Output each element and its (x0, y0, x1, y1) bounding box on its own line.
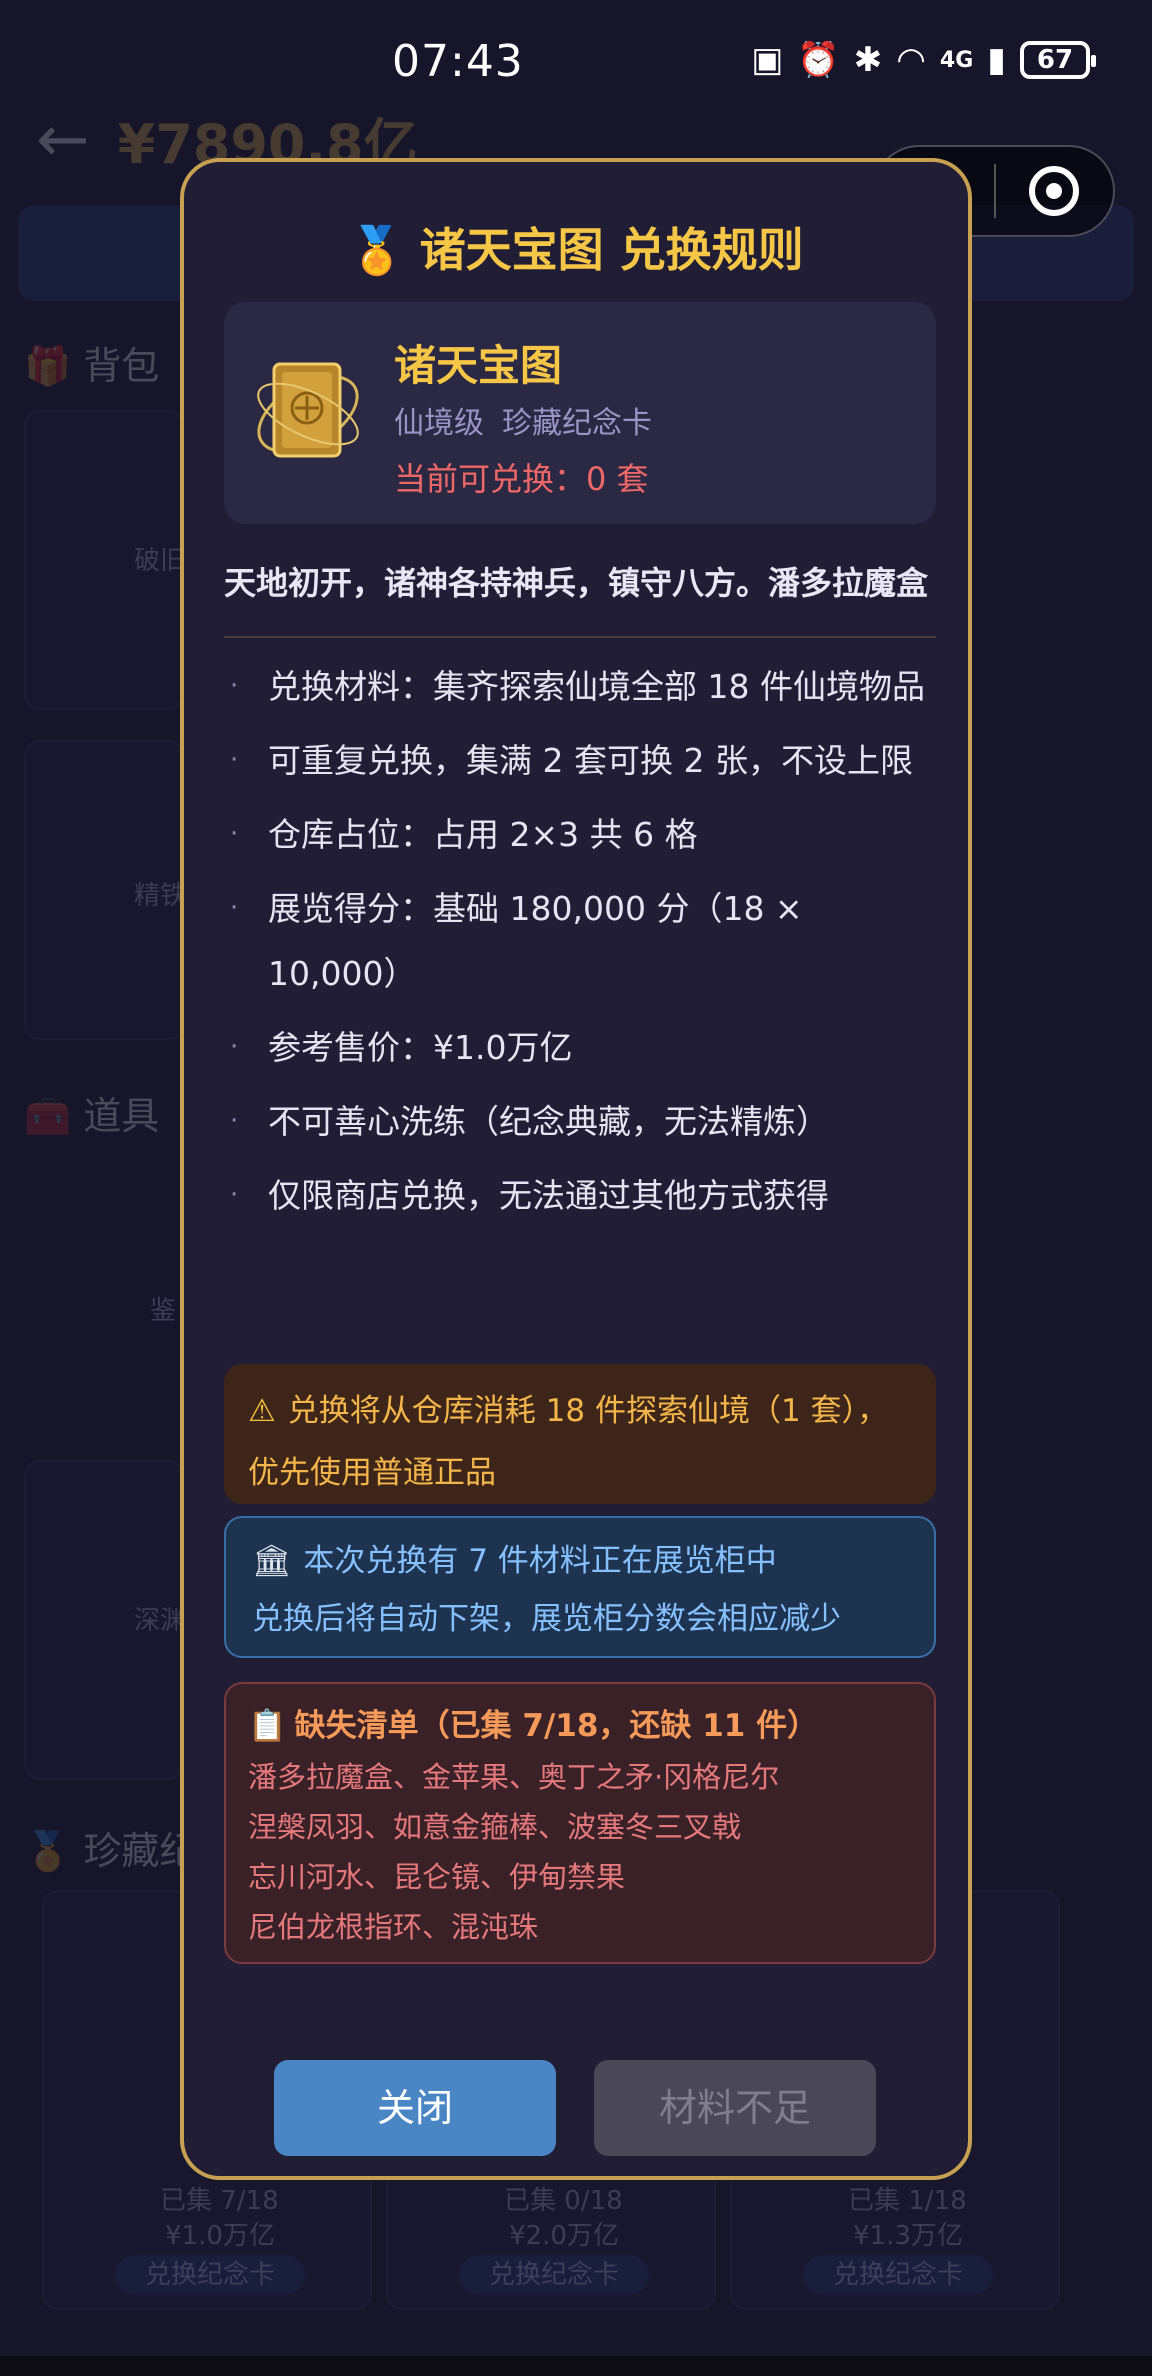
bg-collected: 已集 7/18 (160, 2186, 279, 2216)
bg-exchange-button: 兑换纪念卡 (115, 2255, 305, 2295)
bg-label: 鉴 (150, 1296, 177, 1326)
bg-section-props: 🧰 道具 (24, 1094, 160, 1138)
rule-item: · 展览得分：基础 180,000 分（18 × 10,000） (230, 889, 803, 993)
info-line-1: 本次兑换有 7 件材料正在展览柜中 (303, 1543, 777, 1579)
divider (224, 636, 936, 638)
bg-price: ¥2.0万亿 (509, 2221, 619, 2251)
battery-indicator: 67 (1020, 41, 1096, 79)
rule-item: · 不可善心洗练（纪念典藏，无法精炼） (230, 1102, 829, 1141)
info-line-2: 兑换后将自动下架，展览柜分数会相应减少 (252, 1601, 841, 1637)
medal-icon: 🏅 (348, 223, 406, 277)
home-indicator (0, 2356, 1152, 2376)
item-card: 诸天宝图 仙境级 珍藏纪念卡 当前可兑换：0 套 (224, 302, 936, 524)
insufficient-materials-button: 材料不足 (594, 2060, 876, 2156)
item-name: 诸天宝图 (394, 341, 563, 390)
status-bar: 07:43 ▣ ⏰ ✱ ◠ 4G ▮ 67 (0, 0, 1152, 130)
missing-line: 涅槃凤羽、如意金箍棒、波塞冬三叉戟 (248, 1810, 742, 1844)
network-type: 4G (939, 47, 974, 73)
bg-label: 深渊 (134, 1606, 187, 1636)
close-miniprogram-icon[interactable] (996, 166, 1113, 216)
missing-line: 忘川河水、昆仑镜、伊甸禁果 (248, 1860, 626, 1894)
item-type: 珍藏纪念卡 (502, 406, 652, 441)
bg-card (24, 740, 184, 1040)
warning-icon: ⚠ (248, 1393, 276, 1429)
rules-list: · 兑换材料：集齐探索仙境全部 18 件仙境物品 · 可重复兑换，集满 2 套可换 … (224, 654, 936, 1237)
museum-icon: 🏛 (252, 1543, 292, 1579)
missing-list-title: 📋 缺失清单（已集 7/18，还缺 11 件） (248, 1708, 819, 1744)
status-time: 07:43 (392, 36, 524, 87)
exchange-rules-modal: 🏅 诸天宝图 兑换规则 诸天宝图 仙境级 珍藏纪念卡 当前可兑换：0 套 天地初开，… (180, 158, 972, 2180)
rule-item: · 兑换材料：集齐探索仙境全部 18 件仙境物品 (230, 667, 925, 706)
consumption-warning: ⚠ 兑换将从仓库消耗 18 件探索仙境（1 套），优先使用普通正品 (224, 1364, 936, 1504)
treasure-book-icon (257, 362, 359, 458)
bg-price: ¥1.3万亿 (853, 2221, 963, 2251)
missing-line: 尼伯龙根指环、混沌珠 (248, 1910, 539, 1944)
clipboard-icon: 📋 (248, 1708, 287, 1744)
bg-exchange-button: 兑换纪念卡 (803, 2255, 993, 2295)
item-description: 天地初开，诸神各持神兵，镇守八方。潘多拉魔盒 (224, 564, 929, 602)
bg-card (24, 1460, 184, 1780)
exhibition-notice: 🏛 本次兑换有 7 件材料正在展览柜中 兑换后将自动下架，展览柜分数会相应减少 (224, 1516, 936, 1658)
rule-item: · 仅限商店兑换，无法通过其他方式获得 (230, 1176, 829, 1215)
status-icons: ▣ ⏰ ✱ ◠ 4G ▮ 67 (751, 40, 1096, 80)
bg-card (24, 410, 184, 710)
missing-list: 📋 缺失清单（已集 7/18，还缺 11 件） 潘多拉魔盒、金苹果、奥丁之矛·冈格… (224, 1682, 936, 1964)
rule-item: · 仓库占位：占用 2×3 共 6 格 (230, 815, 698, 854)
rule-item: · 可重复兑换，集满 2 套可换 2 张，不设上限 (230, 741, 913, 780)
bg-label: 破旧 (134, 546, 187, 576)
close-button[interactable]: 关闭 (274, 2060, 556, 2156)
bluetooth-icon: ✱ (853, 40, 883, 80)
rule-item: · 参考售价：¥1.0万亿 (230, 1028, 573, 1067)
bg-price: ¥1.0万亿 (165, 2221, 275, 2251)
missing-line: 潘多拉魔盒、金苹果、奥丁之矛·冈格尼尔 (248, 1760, 780, 1794)
item-grade: 仙境级 (394, 406, 484, 441)
nfc-icon: ▣ (751, 40, 784, 80)
signal-icon: ▮ (987, 40, 1006, 80)
bg-section-bag: 🎁 背包 (24, 344, 160, 388)
bg-exchange-button: 兑换纪念卡 (459, 2255, 649, 2295)
bg-collected: 已集 1/18 (848, 2186, 967, 2216)
item-subtitle: 仙境级 珍藏纪念卡 (394, 398, 652, 442)
modal-title: 🏅 诸天宝图 兑换规则 (348, 223, 804, 277)
alarm-icon: ⏰ (797, 40, 840, 80)
exchangeable-count: 当前可兑换：0 套 (394, 460, 649, 498)
bg-collected: 已集 0/18 (504, 2186, 623, 2216)
bg-label: 精铁 (134, 881, 187, 911)
target-ring (1029, 166, 1080, 216)
wifi-icon: ◠ (896, 40, 926, 80)
